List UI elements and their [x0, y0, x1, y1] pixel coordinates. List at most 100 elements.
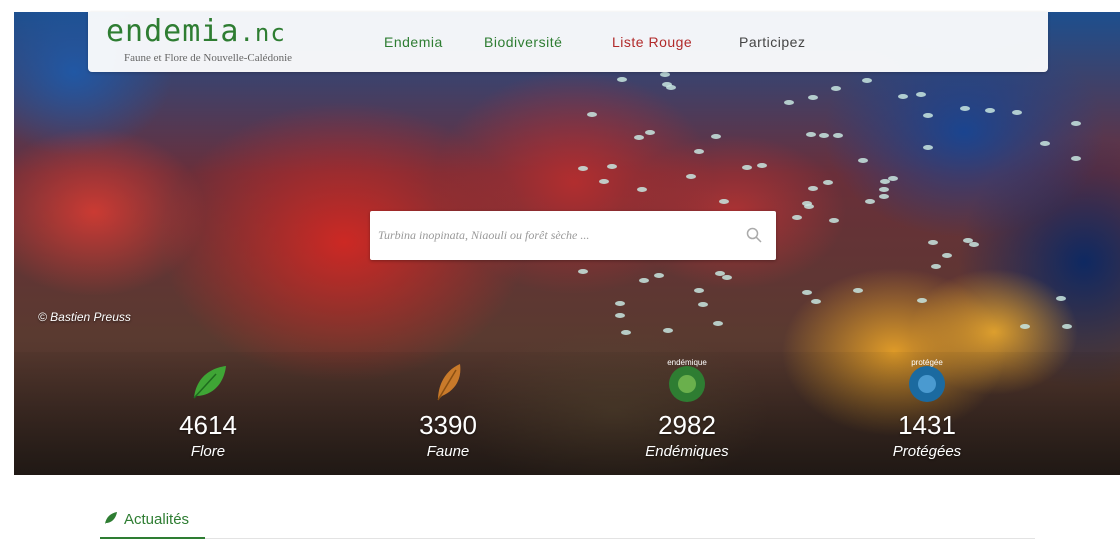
- decorative-fish: [878, 186, 889, 192]
- decorative-fish: [879, 193, 890, 199]
- decorative-fish: [960, 106, 971, 112]
- decorative-fish: [693, 148, 704, 154]
- leaf-icon: [104, 511, 118, 529]
- decorative-fish: [721, 275, 732, 281]
- search-box: [370, 211, 776, 260]
- stat-label: Endémiques: [645, 443, 729, 460]
- decorative-fish: [930, 263, 941, 269]
- decorative-fish: [586, 112, 597, 118]
- decorative-fish: [644, 130, 655, 136]
- decorative-fish: [862, 78, 873, 84]
- decorative-fish: [616, 77, 627, 83]
- protegee-badge-text: protégée: [911, 358, 943, 367]
- protegee-badge-icon: protégée: [905, 358, 949, 404]
- decorative-fish: [923, 113, 934, 119]
- stat-value: 3390: [419, 410, 477, 440]
- decorative-fish: [607, 164, 618, 170]
- leaf-icon: [186, 360, 230, 404]
- decorative-fish: [923, 145, 934, 150]
- stat-label: Flore: [190, 443, 226, 460]
- decorative-fish: [853, 287, 864, 293]
- feather-icon: [426, 360, 470, 404]
- decorative-fish: [833, 133, 844, 139]
- decorative-fish: [614, 300, 625, 306]
- stat-protegees[interactable]: protégée 1431 Protégées: [857, 358, 997, 460]
- decorative-fish: [756, 163, 767, 168]
- endemique-badge-icon: endémique: [665, 358, 709, 404]
- decorative-fish: [818, 133, 829, 139]
- decorative-fish: [693, 287, 704, 293]
- nav-link-biodiversite[interactable]: Biodiversité: [484, 34, 562, 50]
- decorative-fish: [829, 217, 840, 223]
- decorative-fish: [792, 215, 802, 221]
- endemique-badge-text: endémique: [667, 358, 707, 367]
- decorative-fish: [719, 198, 730, 204]
- logo-tld: .nc: [239, 19, 286, 47]
- decorative-fish: [1070, 121, 1081, 127]
- page-left-margin: [0, 0, 14, 542]
- stat-label: Faune: [426, 443, 470, 460]
- stat-flore[interactable]: 4614 Flore: [138, 360, 278, 460]
- site-header: endemia.nc Faune et Flore de Nouvelle-Ca…: [88, 12, 1048, 72]
- decorative-fish: [808, 186, 819, 192]
- decorative-fish: [620, 329, 631, 335]
- decorative-fish: [636, 187, 647, 193]
- decorative-fish: [822, 179, 833, 185]
- decorative-fish: [742, 164, 753, 170]
- stat-label: Protégées: [892, 443, 962, 460]
- decorative-fish: [830, 85, 841, 91]
- stat-endemiques[interactable]: endémique 2982 Endémiques: [617, 358, 757, 460]
- decorative-fish: [898, 94, 909, 100]
- page-top-margin: [0, 0, 1120, 12]
- decorative-fish: [662, 328, 673, 334]
- decorative-fish: [653, 272, 664, 278]
- decorative-fish: [928, 240, 939, 246]
- decorative-fish: [698, 301, 709, 307]
- decorative-fish: [805, 132, 816, 138]
- news-title-text: Actualités: [124, 511, 190, 528]
- decorative-fish: [598, 179, 609, 185]
- decorative-fish: [634, 135, 645, 141]
- search-input[interactable]: [370, 211, 730, 260]
- decorative-fish: [941, 253, 952, 259]
- decorative-fish: [659, 72, 670, 78]
- decorative-fish: [1012, 109, 1023, 115]
- search-icon[interactable]: [746, 227, 762, 243]
- decorative-fish: [858, 157, 869, 163]
- decorative-fish: [917, 298, 928, 304]
- decorative-fish: [783, 100, 794, 106]
- decorative-fish: [578, 268, 589, 274]
- decorative-fish: [712, 320, 723, 326]
- nav-link-endemia[interactable]: Endemia: [384, 34, 443, 50]
- nav-link-liste-rouge[interactable]: Liste Rouge: [612, 34, 692, 50]
- stat-faune[interactable]: 3390 Faune: [378, 360, 518, 460]
- stat-value: 2982: [658, 410, 716, 440]
- decorative-fish: [639, 278, 650, 284]
- decorative-fish: [811, 298, 822, 304]
- decorative-fish: [1070, 156, 1081, 162]
- news-divider: [205, 538, 1035, 539]
- news-section-title[interactable]: Actualités: [104, 511, 189, 529]
- decorative-fish: [915, 91, 926, 97]
- decorative-fish: [711, 133, 722, 139]
- decorative-fish: [802, 289, 813, 295]
- decorative-fish: [865, 198, 876, 204]
- logo-main: endemia: [106, 14, 240, 49]
- decorative-fish: [577, 165, 588, 171]
- decorative-fish: [808, 95, 819, 101]
- news-underline: [100, 537, 205, 539]
- decorative-fish: [1040, 140, 1051, 146]
- decorative-fish: [1055, 295, 1066, 301]
- decorative-fish: [685, 174, 696, 180]
- decorative-fish: [985, 107, 996, 113]
- site-tagline: Faune et Flore de Nouvelle-Calédonie: [124, 52, 293, 64]
- stat-value: 4614: [179, 410, 237, 440]
- decorative-fish: [661, 81, 672, 87]
- nav-link-participez[interactable]: Participez: [739, 34, 805, 50]
- stat-value: 1431: [898, 410, 956, 440]
- decorative-fish: [1062, 324, 1073, 330]
- decorative-fish: [615, 312, 626, 318]
- decorative-fish: [1020, 323, 1031, 329]
- photo-credit: © Bastien Preuss: [38, 310, 131, 324]
- site-logo[interactable]: endemia.nc: [106, 14, 286, 51]
